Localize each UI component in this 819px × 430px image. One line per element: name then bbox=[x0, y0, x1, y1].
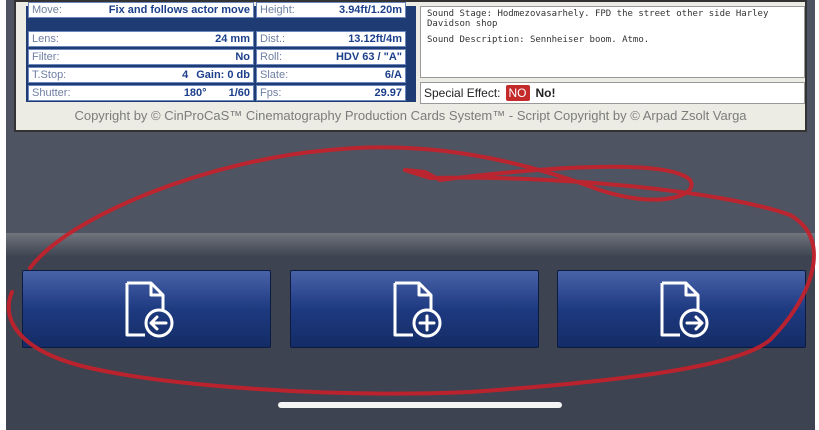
special-effect-badge: NO bbox=[505, 85, 530, 101]
height-label: Height: bbox=[260, 4, 295, 16]
camera-settings-grid: Move: Fix and follows actor move Height:… bbox=[26, 2, 416, 102]
shutter-angle-value: 180° bbox=[183, 87, 207, 99]
slate-value: 6/A bbox=[384, 69, 402, 81]
row-move: Move: Fix and follows actor move Height:… bbox=[28, 2, 406, 18]
row-shutter: Shutter: 180° 1/60 Fps: 29.97 bbox=[28, 85, 406, 101]
move-cell: Move: Fix and follows actor move bbox=[28, 2, 254, 18]
lens-label: Lens: bbox=[32, 33, 59, 45]
fps-cell: Fps: 29.97 bbox=[256, 85, 406, 101]
document-previous-icon bbox=[125, 281, 173, 338]
dist-label: Dist.: bbox=[260, 33, 286, 45]
lens-cell: Lens: 24 mm bbox=[28, 31, 254, 47]
row-lens: Lens: 24 mm Dist.: 13.12ft/4m bbox=[28, 31, 406, 47]
row-tstop: T.Stop: 4 Gain: 0 db Slate: 6/A bbox=[28, 67, 406, 83]
fps-value: 29.97 bbox=[374, 87, 402, 99]
move-label: Move: bbox=[32, 4, 62, 16]
production-card: Move: Fix and follows actor move Height:… bbox=[14, 0, 807, 132]
dist-cell: Dist.: 13.12ft/4m bbox=[256, 31, 406, 47]
tstop-cell: T.Stop: 4 Gain: 0 db bbox=[28, 67, 254, 83]
app-screen: Move: Fix and follows actor move Height:… bbox=[6, 0, 815, 430]
document-next-icon bbox=[660, 281, 708, 338]
move-value: Fix and follows actor move bbox=[108, 4, 250, 16]
home-indicator[interactable] bbox=[278, 402, 562, 408]
lens-value: 24 mm bbox=[215, 33, 250, 45]
gain-value: Gain: 0 db bbox=[196, 69, 250, 81]
tstop-value: 4 bbox=[182, 69, 189, 81]
row-filter: Filter: No Roll: HDV 63 / "A" bbox=[28, 49, 406, 65]
slate-cell: Slate: 6/A bbox=[256, 67, 406, 83]
copyright-text: Copyright by © CinProCaS™ Cinematography… bbox=[74, 108, 747, 123]
sound-description-text: Sound Description: Sennheiser boom. Atmo… bbox=[427, 35, 650, 45]
roll-cell: Roll: HDV 63 / "A" bbox=[256, 49, 406, 65]
document-add-icon bbox=[393, 281, 441, 338]
tstop-label: T.Stop: bbox=[32, 69, 67, 81]
height-cell: Height: 3.94ft/1.20m bbox=[256, 2, 406, 18]
roll-value: HDV 63 / "A" bbox=[335, 51, 402, 63]
slate-label: Slate: bbox=[260, 69, 289, 81]
height-value: 3.94ft/1.20m bbox=[339, 4, 402, 16]
fps-label: Fps: bbox=[260, 87, 282, 99]
shutter-speed-value: 1/60 bbox=[228, 87, 250, 99]
sound-stage-text: Sound Stage: Hodmezovasarhely. FPD the s… bbox=[427, 9, 769, 29]
shutter-label: Shutter: bbox=[32, 87, 71, 99]
filter-cell: Filter: No bbox=[28, 49, 254, 65]
roll-label: Roll: bbox=[260, 51, 283, 63]
dist-value: 13.12ft/4m bbox=[348, 33, 402, 45]
filter-label: Filter: bbox=[32, 51, 60, 63]
sound-info-box: Sound Stage: Hodmezovasarhely. FPD the s… bbox=[420, 6, 805, 78]
special-effect-label: Special Effect: bbox=[424, 86, 501, 100]
special-effect-box: Special Effect: NO No! bbox=[420, 82, 805, 104]
add-card-button[interactable] bbox=[290, 270, 539, 348]
special-effect-value: No! bbox=[535, 86, 556, 100]
shutter-cell: Shutter: 180° 1/60 bbox=[28, 85, 254, 101]
previous-card-button[interactable] bbox=[22, 270, 271, 348]
filter-value: No bbox=[235, 51, 250, 63]
next-card-button[interactable] bbox=[557, 270, 806, 348]
